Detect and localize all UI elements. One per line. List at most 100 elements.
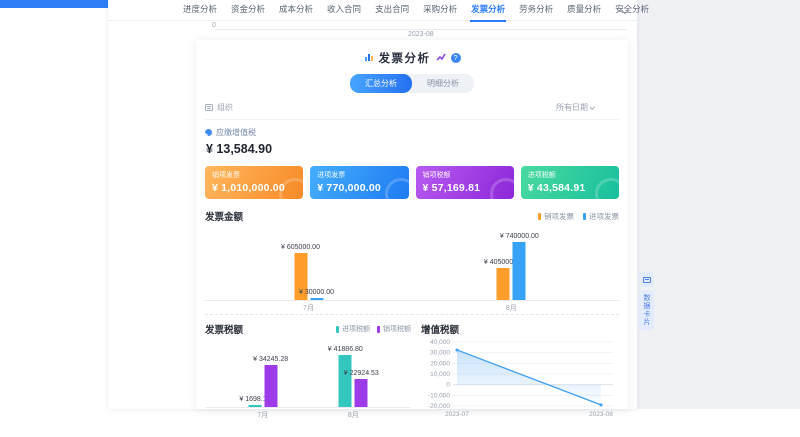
main-panel: 进度分析资金分析成本分析收入合同支出合同采购分析发票分析劳务分析质量分析安全分析… <box>108 0 637 409</box>
nav-tab[interactable]: 收入合同 <box>326 0 362 22</box>
nav-tab[interactable]: 安全分析 <box>614 0 650 22</box>
nav-tab[interactable]: 采购分析 <box>422 0 458 22</box>
data-point <box>600 403 603 406</box>
page-title: 发票分析 <box>379 50 431 66</box>
nav-tab[interactable]: 资金分析 <box>230 0 266 22</box>
x-axis-label: 2023-07 <box>445 411 469 418</box>
invoice-tax-section: 发票税额 进项税额销项税额 ¥ 1698.11¥ 34245.287月¥ 418… <box>205 322 411 437</box>
bar[interactable] <box>339 355 352 407</box>
bar-group: ¥ 1698.11¥ 34245.287月 <box>248 365 277 408</box>
vat-trend-header: 增值税额 <box>421 322 619 336</box>
bar-column: ¥ 405000.00 <box>497 268 510 300</box>
bar-group: ¥ 405000.00¥ 740000.008月 <box>497 242 526 300</box>
section-title: 发票税额 <box>205 322 243 336</box>
organization-icon <box>205 104 213 111</box>
summary-card: 进项税额¥ 43,584.91 <box>521 166 619 199</box>
date-filter-value: 所有日期 <box>556 102 588 113</box>
bar-value-label: ¥ 605000.00 <box>281 244 320 251</box>
legend-item[interactable]: 进项发票 <box>583 211 619 222</box>
pie-dot-icon <box>205 129 212 136</box>
bar-value-label: ¥ 41886.80 <box>328 346 363 353</box>
organization-filter-label[interactable]: 组织 <box>217 102 233 113</box>
bar[interactable] <box>513 242 526 300</box>
vat-trend-section: 增值税额 40,00030,00020,00010,0000-10,000-20… <box>421 322 619 437</box>
metric-header: 应缴增值税 <box>205 127 619 138</box>
summary-card: 销项税额¥ 57,169.81 <box>416 166 514 199</box>
invoice-tax-chart: ¥ 1698.11¥ 34245.287月¥ 41886.80¥ 22924.5… <box>205 340 411 408</box>
chart-legend: 销项发票 进项发票 <box>538 211 619 222</box>
bar[interactable] <box>497 268 510 300</box>
bar-group: ¥ 605000.00¥ 30000.007月 <box>294 253 323 300</box>
filter-row: 组织 所有日期 <box>205 102 619 120</box>
legend-label: 销项发票 <box>544 211 574 222</box>
card-label: 进项发票 <box>317 170 401 180</box>
chart-legend: 进项税额销项税额 <box>336 324 411 334</box>
bar-value-label: ¥ 30000.00 <box>299 289 334 296</box>
legend-swatch <box>377 326 380 333</box>
legend-label: 进项税额 <box>342 324 370 334</box>
card-label: 进项税额 <box>528 170 612 180</box>
legend-swatch <box>583 213 586 220</box>
vat-metric: 应缴增值税 ¥ 13,584.90 <box>205 127 619 156</box>
bar[interactable] <box>355 379 368 407</box>
bar-column: ¥ 740000.00 <box>513 242 526 300</box>
card-icon[interactable] <box>639 272 654 287</box>
bar[interactable] <box>248 405 261 407</box>
analysis-nav-bar: 进度分析资金分析成本分析收入合同支出合同采购分析发票分析劳务分析质量分析安全分析 <box>108 0 637 21</box>
x-axis-label: 8月 <box>348 410 359 420</box>
legend-label: 进项发票 <box>589 211 619 222</box>
x-axis-label: 7月 <box>257 410 268 420</box>
nav-tab[interactable]: 支出合同 <box>374 0 410 22</box>
nav-tab[interactable]: 劳务分析 <box>518 0 554 22</box>
view-toggle-option[interactable]: 明细分析 <box>412 74 474 93</box>
y-tick-label: 30,000 <box>430 350 450 357</box>
nav-tab[interactable]: 发票分析 <box>470 0 506 22</box>
trend-icon <box>436 49 446 67</box>
y-tick-label: -10,000 <box>428 392 450 399</box>
y-axis-zero-label: 0 <box>212 22 216 29</box>
bar-value-label: ¥ 740000.00 <box>500 233 539 240</box>
invoice-tax-header: 发票税额 进项税额销项税额 <box>205 322 411 336</box>
view-toggle: 汇总分析明细分析 <box>350 74 474 93</box>
axis-line <box>215 29 627 30</box>
metric-label: 应缴增值税 <box>216 127 256 138</box>
date-range-filter[interactable]: 所有日期 <box>556 102 595 113</box>
floating-widgets: 数据卡片 <box>639 272 655 330</box>
x-axis-label: 2023-08 <box>408 31 434 38</box>
bar[interactable] <box>264 365 277 408</box>
bar-column: ¥ 1698.11 <box>248 405 261 407</box>
bar-value-label: ¥ 22924.53 <box>344 370 379 377</box>
card-label: 销项发票 <box>212 170 296 180</box>
legend-item[interactable]: 进项税额 <box>336 324 370 334</box>
summary-cards: 销项发票¥ 1,010,000.00 进项发票 ¥ 770,000.00 销项税额¥ … <box>205 166 619 199</box>
bar-column: ¥ 34245.28 <box>264 365 277 408</box>
bar[interactable] <box>310 298 323 300</box>
help-icon[interactable]: ? <box>451 53 461 63</box>
section-title: 增值税额 <box>421 322 459 336</box>
vat-trend-chart: 40,00030,00020,00010,0000-10,000-20,0002… <box>421 336 619 437</box>
title-row: 发票分析 ? <box>205 49 619 67</box>
nav-tab[interactable]: 进度分析 <box>182 0 218 22</box>
floating-card-drawer-toggle[interactable]: 数据卡片 <box>639 290 654 330</box>
y-tick-label: 10,000 <box>430 371 450 378</box>
invoice-amount-header: 发票金额 销项发票进项发票 <box>205 209 619 223</box>
card-label: 销项税额 <box>423 170 507 180</box>
summary-card: 进项发票 ¥ 770,000.00 <box>310 166 408 199</box>
bar-chart-icon <box>364 49 374 67</box>
nav-tab[interactable]: 质量分析 <box>566 0 602 22</box>
y-tick-label: 20,000 <box>430 360 450 367</box>
legend-item[interactable]: 销项发票 <box>538 211 574 222</box>
summary-card: 销项发票¥ 1,010,000.00 <box>205 166 303 199</box>
card-value: ¥ 770,000.00 <box>317 182 401 194</box>
app-header-remnant <box>0 0 108 8</box>
bar-group: ¥ 41886.80¥ 22924.538月 <box>339 355 368 407</box>
invoice-analysis-card: 发票分析 ? 汇总分析明细分析 组织 所有日期 应缴增值税 ¥ 13,584.9… <box>196 40 628 409</box>
x-axis-label: 8月 <box>506 303 517 313</box>
legend-item[interactable]: 销项税额 <box>377 324 411 334</box>
nav-tabs: 进度分析资金分析成本分析收入合同支出合同采购分析发票分析劳务分析质量分析安全分析 <box>182 0 650 22</box>
bar-value-label: ¥ 34245.28 <box>253 356 288 363</box>
view-toggle-option[interactable]: 汇总分析 <box>350 74 412 93</box>
nav-tab[interactable]: 成本分析 <box>278 0 314 22</box>
view-toggle-wrap: 汇总分析明细分析 <box>205 74 619 93</box>
vat-line-svg: 40,00030,00020,00010,0000-10,000-20,0002… <box>421 336 619 432</box>
